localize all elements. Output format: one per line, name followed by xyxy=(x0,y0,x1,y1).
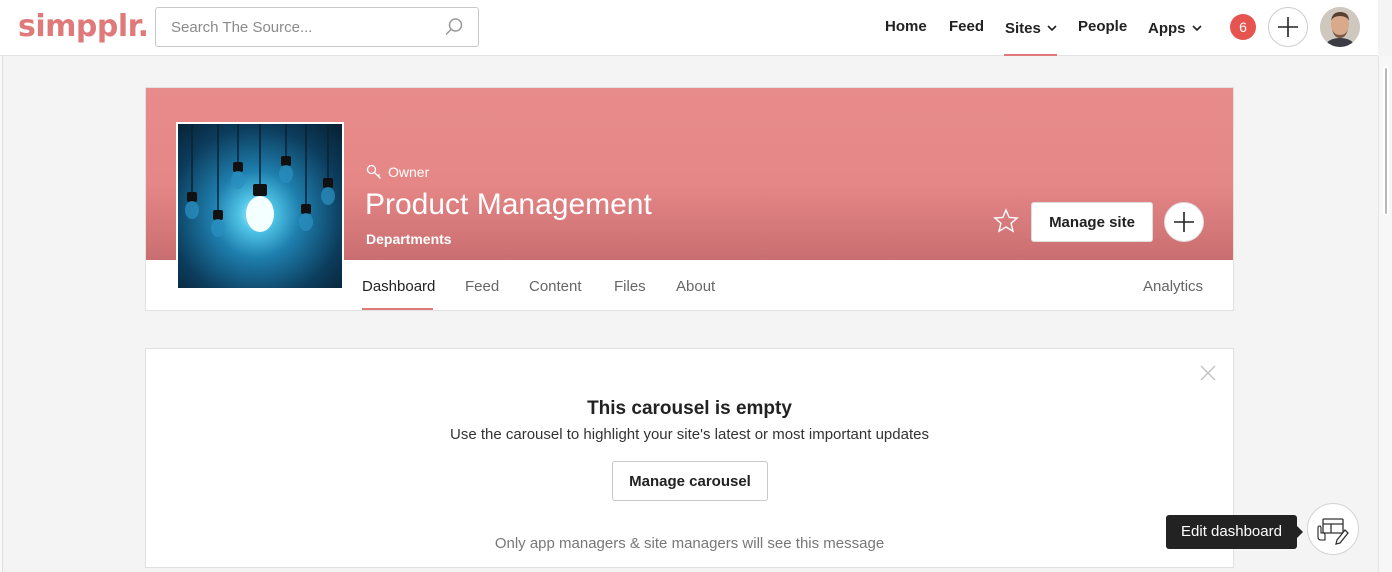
carousel-title: This carousel is empty xyxy=(587,398,792,419)
site-category[interactable]: Departments xyxy=(366,231,452,247)
nav-apps[interactable]: Apps xyxy=(1148,18,1202,37)
nav-apps-label: Apps xyxy=(1148,20,1186,37)
carousel-subtitle: Use the carousel to highlight your site'… xyxy=(450,426,929,443)
user-avatar[interactable] xyxy=(1320,7,1360,47)
site-role-label: Owner xyxy=(388,164,430,180)
manage-site-button[interactable]: Manage site xyxy=(1031,202,1153,242)
close-icon[interactable] xyxy=(1200,365,1216,386)
carousel-empty-card: This carousel is empty Use the carousel … xyxy=(145,348,1234,568)
edit-dashboard-button[interactable] xyxy=(1307,503,1359,555)
site-header-card: Owner Product Management Departments Man… xyxy=(145,87,1234,311)
nav-home[interactable]: Home xyxy=(885,18,927,35)
top-navigation-bar: simpplr. Home Feed Sites People Apps 6 xyxy=(0,0,1378,56)
manage-carousel-button[interactable]: Manage carousel xyxy=(612,461,768,501)
notification-badge[interactable]: 6 xyxy=(1230,14,1256,40)
tab-dashboard[interactable]: Dashboard xyxy=(362,278,435,295)
nav-feed[interactable]: Feed xyxy=(949,18,984,35)
nav-sites[interactable]: Sites xyxy=(1005,18,1057,37)
nav-people[interactable]: People xyxy=(1078,18,1127,35)
left-window-edge xyxy=(0,0,3,572)
carousel-visibility-note: Only app managers & site managers will s… xyxy=(494,535,885,552)
edit-layout-icon xyxy=(1317,518,1349,545)
search-input[interactable] xyxy=(156,8,426,46)
site-add-button[interactable] xyxy=(1164,202,1204,242)
scrollbar-thumb[interactable] xyxy=(1383,66,1389,216)
tab-feed[interactable]: Feed xyxy=(465,278,499,295)
tab-files[interactable]: Files xyxy=(614,278,646,295)
tab-about[interactable]: About xyxy=(676,278,715,295)
key-icon xyxy=(366,164,381,179)
search-box[interactable] xyxy=(155,7,479,47)
tab-content[interactable]: Content xyxy=(529,278,582,295)
site-role: Owner xyxy=(366,164,429,180)
active-nav-indicator xyxy=(1004,54,1057,56)
page-scrollbar[interactable] xyxy=(1378,56,1392,572)
nav-sites-label: Sites xyxy=(1005,20,1041,37)
site-title: Product Management xyxy=(365,188,652,221)
tab-analytics[interactable]: Analytics xyxy=(1143,278,1203,295)
chevron-down-icon xyxy=(1191,18,1202,35)
edit-dashboard-tooltip: Edit dashboard xyxy=(1166,515,1303,549)
plus-icon xyxy=(1278,17,1298,37)
active-tab-indicator xyxy=(362,308,433,310)
simpplr-logo[interactable]: simpplr. xyxy=(18,9,149,44)
search-icon[interactable] xyxy=(444,17,464,42)
chevron-down-icon xyxy=(1047,18,1057,35)
favorite-star-icon[interactable] xyxy=(993,208,1019,239)
create-button[interactable] xyxy=(1268,7,1308,47)
site-tabs: Dashboard Feed Content Files About Analy… xyxy=(146,260,1233,310)
plus-icon xyxy=(1174,212,1194,232)
